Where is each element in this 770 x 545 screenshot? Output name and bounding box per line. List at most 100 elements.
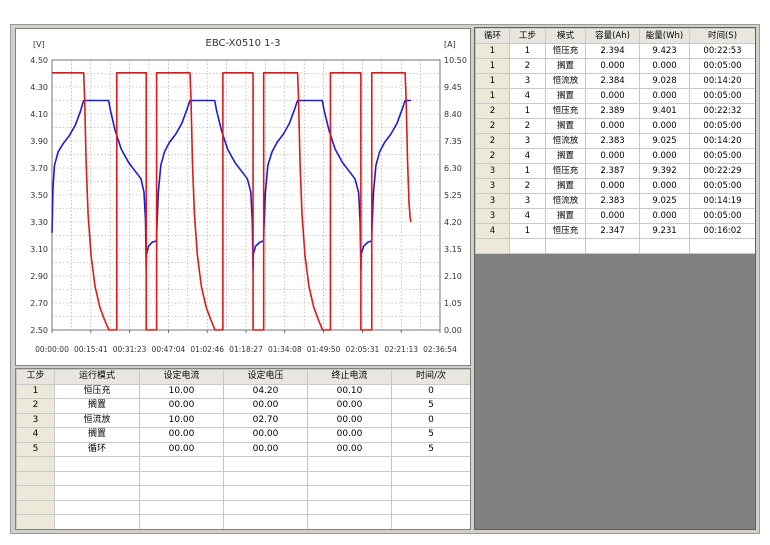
step-settings-cell[interactable]: 10.00 [139, 383, 224, 399]
cycle-results-column-header[interactable]: 容量(Ah) [585, 28, 640, 44]
cycle-results-cell[interactable]: 00:05:00 [689, 178, 755, 194]
cycle-results-cell[interactable]: 恒压充 [545, 103, 586, 119]
cycle-results-cell[interactable]: 0.000 [585, 88, 640, 104]
cycle-results-cell[interactable]: 0.000 [585, 148, 640, 164]
cycle-results-cell[interactable]: 2.384 [585, 73, 640, 89]
step-settings-cell[interactable] [16, 528, 55, 529]
cycle-results-cell[interactable]: 4 [509, 88, 546, 104]
cycle-results-cell[interactable]: 00:22:53 [689, 43, 755, 59]
step-settings-cell[interactable] [223, 485, 308, 501]
cycle-results-cell[interactable]: 1 [475, 88, 510, 104]
step-settings-column-header[interactable]: 运行模式 [54, 369, 140, 385]
step-settings-cell[interactable]: 恒流放 [54, 412, 140, 428]
step-settings-cell[interactable]: 00.00 [223, 441, 308, 457]
cycle-results-cell[interactable]: 00:16:02 [689, 223, 755, 239]
step-settings-empty-row[interactable] [16, 456, 470, 472]
step-settings-cell[interactable]: 00.00 [139, 441, 224, 457]
step-settings-cell[interactable] [139, 528, 224, 529]
cycle-results-cell[interactable]: 恒流放 [545, 193, 586, 209]
cycle-results-row[interactable]: 1 1 恒压充 2.394 9.423 00:22:53 [475, 43, 755, 59]
cycle-results-cell[interactable]: 0.000 [639, 118, 690, 134]
cycle-results-cell[interactable]: 2.394 [585, 43, 640, 59]
step-settings-column-header[interactable]: 时间/次 [391, 369, 470, 385]
step-settings-column-header[interactable]: 终止电流 [307, 369, 392, 385]
step-settings-cell[interactable] [391, 528, 470, 529]
cycle-results-cell[interactable]: 2.383 [585, 193, 640, 209]
step-settings-cell[interactable]: 10.00 [139, 412, 224, 428]
step-settings-cell[interactable]: 00.00 [139, 427, 224, 443]
step-settings-cell[interactable]: 5 [391, 441, 470, 457]
cycle-results-row[interactable]: 3 1 恒压充 2.387 9.392 00:22:29 [475, 163, 755, 179]
cycle-results-cell[interactable] [639, 238, 690, 254]
step-settings-column-header[interactable]: 设定电压 [223, 369, 308, 385]
cycle-results-cell[interactable]: 00:14:20 [689, 133, 755, 149]
cycle-results-row[interactable]: 3 2 搁置 0.000 0.000 00:05:00 [475, 178, 755, 194]
step-settings-cell[interactable] [223, 514, 308, 529]
step-settings-cell[interactable] [223, 456, 308, 472]
cycle-results-cell[interactable]: 2 [509, 118, 546, 134]
step-settings-empty-row[interactable] [16, 499, 470, 515]
cycle-results-cell[interactable]: 1 [509, 43, 546, 59]
step-settings-cell[interactable] [307, 514, 392, 529]
cycle-results-cell[interactable]: 2 [475, 118, 510, 134]
cycle-results-cell[interactable] [585, 238, 640, 254]
step-settings-cell[interactable]: 00.00 [307, 427, 392, 443]
step-settings-cell[interactable]: 00.00 [307, 398, 392, 414]
cycle-results-cell[interactable]: 9.392 [639, 163, 690, 179]
step-settings-row[interactable]: 5 循环 00.00 00.00 00.00 5 [16, 441, 470, 457]
cycle-results-cell[interactable]: 4 [509, 208, 546, 224]
step-settings-cell[interactable] [223, 528, 308, 529]
step-settings-row[interactable]: 4 搁置 00.00 00.00 00.00 5 [16, 427, 470, 443]
step-settings-row[interactable]: 2 搁置 00.00 00.00 00.00 5 [16, 398, 470, 414]
cycle-results-cell[interactable]: 1 [475, 43, 510, 59]
cycle-results-cell[interactable]: 0.000 [585, 208, 640, 224]
cycle-results-cell[interactable] [509, 238, 546, 254]
cycle-results-cell[interactable]: 4 [509, 148, 546, 164]
step-settings-cell[interactable]: 04.20 [223, 383, 308, 399]
cycle-results-column-header[interactable]: 能量(Wh) [639, 28, 690, 44]
cycle-results-cell[interactable]: 搁置 [545, 178, 586, 194]
cycle-results-cell[interactable]: 2 [475, 133, 510, 149]
step-settings-row[interactable]: 1 恒压充 10.00 04.20 00.10 0 [16, 383, 470, 399]
cycle-results-cell[interactable]: 9.025 [639, 133, 690, 149]
step-settings-cell[interactable] [223, 470, 308, 486]
cycle-results-cell[interactable]: 9.028 [639, 73, 690, 89]
step-settings-cell[interactable] [54, 456, 140, 472]
cycle-results-cell[interactable]: 3 [475, 208, 510, 224]
cycle-results-cell[interactable]: 9.231 [639, 223, 690, 239]
cycle-results-cell[interactable]: 0.000 [639, 208, 690, 224]
cycle-results-cell[interactable] [475, 238, 510, 254]
step-settings-cell[interactable] [139, 456, 224, 472]
cycle-results-column-header[interactable]: 模式 [545, 28, 586, 44]
cycle-results-cell[interactable]: 3 [475, 163, 510, 179]
cycle-results-column-header[interactable]: 时间(S) [689, 28, 755, 44]
step-settings-cell[interactable]: 00.00 [223, 398, 308, 414]
cycle-results-cell[interactable]: 1 [509, 223, 546, 239]
cycle-results-cell[interactable]: 2 [475, 148, 510, 164]
cycle-results-cell[interactable]: 9.401 [639, 103, 690, 119]
cycle-results-row[interactable]: 2 4 搁置 0.000 0.000 00:05:00 [475, 148, 755, 164]
cycle-results-cell[interactable]: 4 [475, 223, 510, 239]
step-settings-cell[interactable] [16, 514, 55, 529]
step-settings-cell[interactable] [391, 456, 470, 472]
step-settings-cell[interactable]: 00.10 [307, 383, 392, 399]
step-settings-cell[interactable] [307, 499, 392, 515]
cycle-results-cell[interactable]: 搁置 [545, 208, 586, 224]
step-settings-cell[interactable]: 搁置 [54, 427, 140, 443]
cycle-results-cell[interactable]: 恒压充 [545, 163, 586, 179]
step-settings-cell[interactable]: 00.00 [223, 427, 308, 443]
cycle-results-cell[interactable]: 2 [509, 58, 546, 74]
step-settings-cell[interactable] [139, 485, 224, 501]
step-settings-empty-row[interactable] [16, 514, 470, 529]
cycle-results-cell[interactable]: 0.000 [585, 178, 640, 194]
cycle-results-cell[interactable]: 0.000 [639, 178, 690, 194]
cycle-results-row[interactable]: 3 3 恒流放 2.383 9.025 00:14:19 [475, 193, 755, 209]
step-settings-cell[interactable]: 循环 [54, 441, 140, 457]
cycle-results-cell[interactable]: 00:22:29 [689, 163, 755, 179]
cycle-results-cell[interactable]: 2.389 [585, 103, 640, 119]
step-settings-cell[interactable]: 搁置 [54, 398, 140, 414]
step-settings-cell[interactable] [16, 470, 55, 486]
cycle-results-cell[interactable]: 00:14:20 [689, 73, 755, 89]
step-settings-cell[interactable] [54, 485, 140, 501]
step-settings-cell[interactable] [16, 499, 55, 515]
